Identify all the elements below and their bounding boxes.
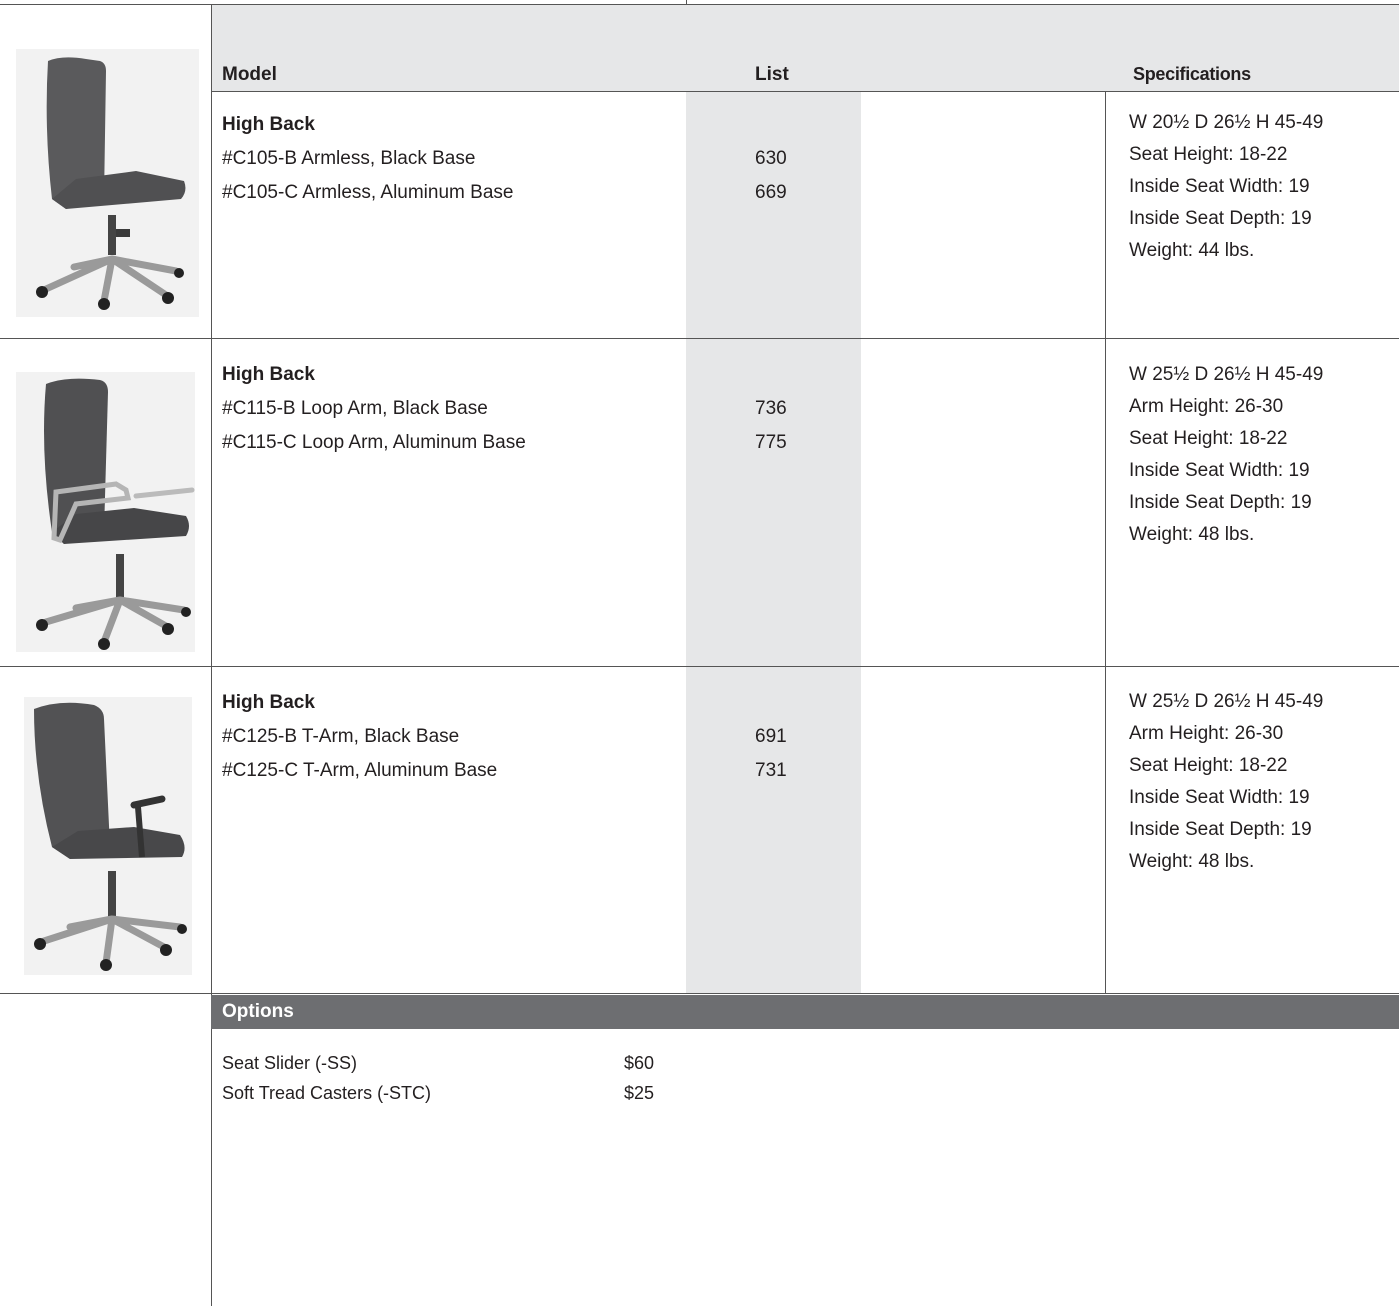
spec-line: Seat Height: 18-22 (1129, 428, 1288, 449)
spec-line: Weight: 44 lbs. (1129, 240, 1255, 261)
spec-line: W 25½ D 26½ H 45-49 (1129, 691, 1324, 712)
spec-line: Arm Height: 26-30 (1129, 723, 1284, 744)
options-title: Options (222, 1001, 294, 1022)
option-price: $60 (624, 1053, 655, 1073)
row2-specs: W 25½ D 26½ H 45-49 Arm Height: 26-30 Se… (1129, 359, 1323, 551)
row-rule-3 (0, 993, 1399, 994)
spec-line: Inside Seat Depth: 19 (1129, 492, 1312, 513)
image-column-divider (211, 5, 212, 1306)
loop-arm-chair-photo (16, 372, 195, 652)
spec-line: Inside Seat Width: 19 (1129, 176, 1310, 197)
row3-model-2: #C125-C T-Arm, Aluminum Base (222, 760, 498, 781)
row3-price-1: 691 (755, 726, 787, 747)
armless-chair-photo (16, 49, 199, 317)
spec-line: Arm Height: 26-30 (1129, 396, 1284, 417)
list-column-shade (686, 91, 861, 993)
row2-price-2: 775 (755, 432, 787, 453)
row1-model-1: #C105-B Armless, Black Base (222, 148, 476, 169)
spec-line: Inside Seat Depth: 19 (1129, 208, 1312, 229)
t-arm-chair-photo (24, 697, 192, 975)
option-name: Seat Slider (-SS) (222, 1053, 358, 1073)
spec-line: W 25½ D 26½ H 45-49 (1129, 364, 1324, 385)
spec-line: W 20½ D 26½ H 45-49 (1129, 112, 1324, 133)
row2-model-2: #C115-C Loop Arm, Aluminum Base (222, 432, 526, 453)
row3-price-2: 731 (755, 760, 787, 781)
row3-specs: W 25½ D 26½ H 45-49 Arm Height: 26-30 Se… (1129, 686, 1323, 878)
row2-model-1: #C115-B Loop Arm, Black Base (222, 398, 488, 419)
row-rule-1 (0, 338, 1399, 339)
row1-price-1: 630 (755, 148, 787, 169)
column-header-list: List (755, 64, 789, 85)
chair-illustration (36, 378, 195, 650)
spec-line: Seat Height: 18-22 (1129, 755, 1288, 776)
row3-group-label: High Back (222, 692, 315, 713)
row2-group-label: High Back (222, 364, 315, 385)
column-header-model: Model (222, 64, 277, 85)
row1-model-2: #C105-C Armless, Aluminum Base (222, 182, 514, 203)
option-name: Soft Tread Casters (-STC) (222, 1083, 432, 1103)
options-header-bar (211, 995, 1399, 1029)
spec-line: Seat Height: 18-22 (1129, 144, 1288, 165)
option-price: $25 (624, 1083, 655, 1103)
row3-model-1: #C125-B T-Arm, Black Base (222, 726, 460, 747)
column-header-specifications: Specifications (1133, 64, 1251, 84)
row1-group-label: High Back (222, 114, 315, 135)
spec-line: Inside Seat Width: 19 (1129, 787, 1310, 808)
header-rule (211, 91, 1399, 92)
spec-line: Inside Seat Depth: 19 (1129, 819, 1312, 840)
row1-price-2: 669 (755, 182, 787, 203)
chair-illustration (36, 57, 186, 310)
row2-price-1: 736 (755, 398, 787, 419)
row-rule-2 (0, 666, 1399, 667)
spec-line: Inside Seat Width: 19 (1129, 460, 1310, 481)
spec-line: Weight: 48 lbs. (1129, 851, 1255, 872)
specs-column-divider (1105, 91, 1106, 993)
spec-line: Weight: 48 lbs. (1129, 524, 1255, 545)
chair-illustration (34, 702, 187, 971)
row1-specs: W 20½ D 26½ H 45-49 Seat Height: 18-22 I… (1129, 107, 1323, 267)
